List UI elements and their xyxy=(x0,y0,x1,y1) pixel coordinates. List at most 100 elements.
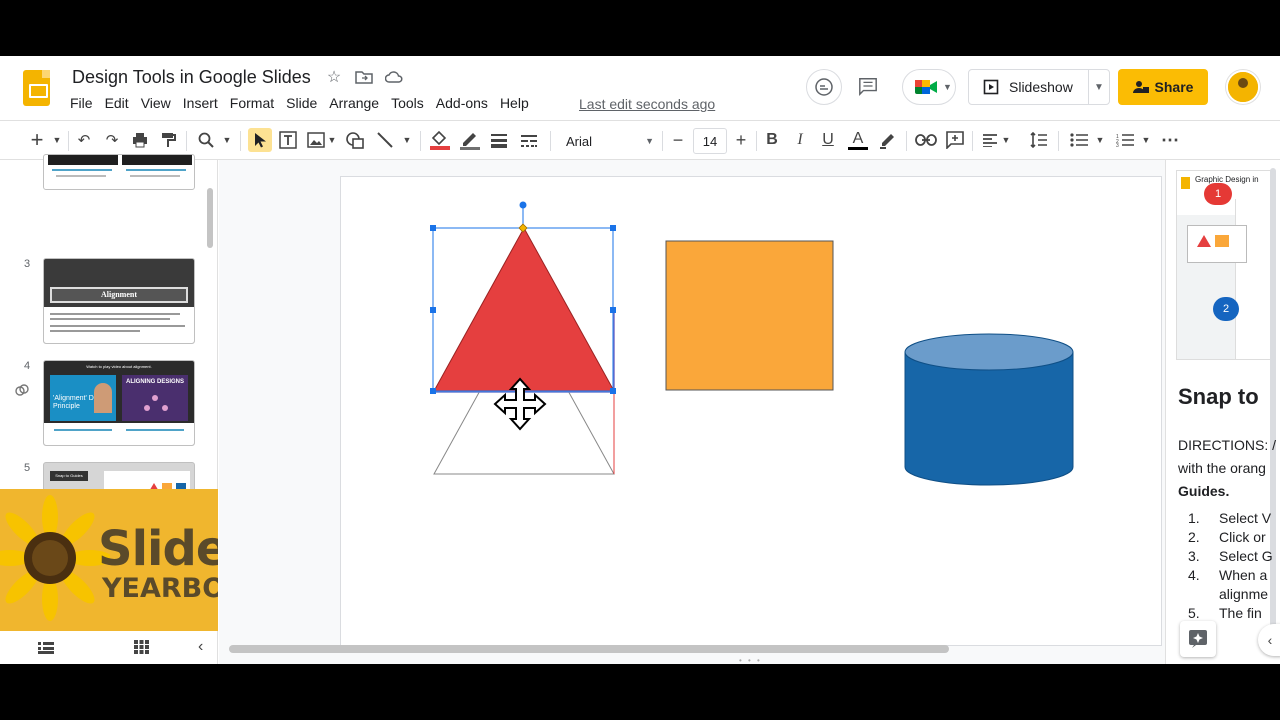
explore-star-icon xyxy=(1189,630,1207,648)
blue-cylinder-shape[interactable] xyxy=(904,333,1074,486)
collapse-filmstrip-icon[interactable]: ‹ xyxy=(198,638,203,656)
line-icon[interactable] xyxy=(374,128,396,152)
undo-icon[interactable]: ↶ xyxy=(74,128,94,152)
align-dropdown[interactable]: ▼ xyxy=(1000,128,1012,152)
menu-addons[interactable]: Add-ons xyxy=(436,95,496,111)
step-item: 1. Select V xyxy=(1188,510,1272,526)
sunflower-icon xyxy=(0,495,110,621)
zoom-dropdown[interactable]: ▼ xyxy=(220,128,234,152)
explore-button[interactable] xyxy=(1180,621,1216,657)
zoom-icon[interactable] xyxy=(196,128,216,152)
slides-yearbook-logo: Slides YEARBOOK xyxy=(0,489,218,631)
grid-view-icon[interactable] xyxy=(134,640,149,659)
step-item: 2. Click or xyxy=(1188,529,1266,545)
orange-square-shape[interactable] xyxy=(665,240,834,391)
app-window: Design Tools in Google Slides ☆ File Edi… xyxy=(0,56,1280,664)
slide-filmstrip: 3 Alignment 4 Watch to play video about … xyxy=(0,154,218,664)
paint-format-icon[interactable] xyxy=(158,128,178,152)
step-item: 4. When a xyxy=(1188,567,1268,583)
slides-logo-icon[interactable] xyxy=(23,70,50,106)
font-size-input[interactable]: 14 xyxy=(693,128,727,154)
list-view-icon[interactable] xyxy=(38,641,54,659)
share-button[interactable]: Share xyxy=(1118,69,1208,105)
slideshow-options-dropdown[interactable]: ▼ xyxy=(1089,82,1109,93)
add-comment-icon[interactable] xyxy=(944,128,966,152)
new-slide-button[interactable]: + xyxy=(26,127,48,152)
menu-view[interactable]: View xyxy=(141,95,179,111)
border-dash-icon[interactable] xyxy=(518,128,540,152)
menu-arrange[interactable]: Arrange xyxy=(329,95,387,111)
border-weight-icon[interactable] xyxy=(488,128,510,152)
directions-text: DIRECTIONS: / xyxy=(1178,437,1277,453)
border-color-icon[interactable] xyxy=(458,128,482,152)
menu-bar: File Edit View Insert Format Slide Arran… xyxy=(70,95,541,111)
image-dropdown[interactable]: ▼ xyxy=(326,128,338,152)
select-tool-icon[interactable] xyxy=(248,128,272,152)
red-triangle-shape[interactable] xyxy=(433,226,615,392)
print-icon[interactable] xyxy=(130,128,150,152)
account-avatar[interactable] xyxy=(1226,70,1260,104)
italic-icon[interactable]: I xyxy=(790,128,810,152)
line-dropdown[interactable]: ▼ xyxy=(400,128,414,152)
step-badge-2: 2 xyxy=(1213,297,1239,321)
underline-icon[interactable]: U xyxy=(818,128,838,152)
link-icon[interactable] xyxy=(14,382,30,403)
new-slide-layout-dropdown[interactable]: ▼ xyxy=(50,128,64,152)
thumb-title: Snap to Guides xyxy=(50,471,88,481)
insert-link-icon[interactable] xyxy=(914,128,938,152)
shape-icon[interactable] xyxy=(344,128,366,152)
line-spacing-icon[interactable] xyxy=(1028,128,1050,152)
activity-dashboard-button[interactable] xyxy=(806,69,842,105)
bulleted-list-dropdown[interactable]: ▼ xyxy=(1094,128,1106,152)
meet-button[interactable]: ▼ xyxy=(902,69,956,105)
text-box-icon[interactable] xyxy=(278,128,298,152)
canvas-horizontal-scrollbar[interactable] xyxy=(229,645,949,653)
title-bar: Design Tools in Google Slides ☆ File Edi… xyxy=(0,56,1280,120)
step-badge-1: 1 xyxy=(1204,183,1232,205)
slide-thumbnail-2[interactable] xyxy=(43,154,195,190)
meet-icon xyxy=(915,80,937,94)
resize-grip-icon[interactable]: • • • xyxy=(739,656,762,664)
font-family-select[interactable]: Arial ▼ xyxy=(562,128,658,154)
decrease-font-size-button[interactable]: − xyxy=(668,128,688,152)
last-edit-link[interactable]: Last edit seconds ago xyxy=(579,96,715,112)
slide-thumbnail-3[interactable]: Alignment xyxy=(43,258,195,344)
menu-slide[interactable]: Slide xyxy=(286,95,325,111)
bulleted-list-icon[interactable] xyxy=(1068,128,1090,152)
cloud-saved-icon[interactable] xyxy=(384,67,404,87)
align-left-icon[interactable] xyxy=(980,128,1000,152)
slide-thumbnail-4[interactable]: Watch to play video about alignment. 'Al… xyxy=(43,360,195,446)
document-title[interactable]: Design Tools in Google Slides xyxy=(72,67,311,88)
star-icon[interactable]: ☆ xyxy=(324,67,344,87)
comments-icon[interactable] xyxy=(858,76,878,96)
menu-edit[interactable]: Edit xyxy=(105,95,137,111)
branding-line1: Slides xyxy=(98,521,218,577)
step-item: 3. Select G xyxy=(1188,548,1273,564)
increase-font-size-button[interactable]: + xyxy=(731,128,751,152)
highlight-icon[interactable] xyxy=(876,128,898,152)
chevron-down-icon: ▼ xyxy=(645,136,654,146)
filmstrip-scrollbar[interactable] xyxy=(207,188,213,248)
text-color-icon[interactable]: A xyxy=(846,128,870,152)
present-icon xyxy=(983,79,999,95)
menu-help[interactable]: Help xyxy=(500,95,537,111)
image-icon[interactable] xyxy=(306,128,326,152)
directions-guides: Guides. xyxy=(1178,483,1230,499)
slideshow-button[interactable]: Slideshow xyxy=(969,70,1089,104)
fill-color-icon[interactable] xyxy=(428,128,452,152)
menu-insert[interactable]: Insert xyxy=(183,95,226,111)
redo-icon[interactable]: ↷ xyxy=(102,128,122,152)
numbered-list-dropdown[interactable]: ▼ xyxy=(1140,128,1152,152)
move-folder-icon[interactable] xyxy=(354,67,374,87)
menu-file[interactable]: File xyxy=(70,95,101,111)
rotate-handle[interactable] xyxy=(519,201,527,209)
bold-icon[interactable]: B xyxy=(762,128,782,152)
instruction-screenshot: Graphic Design in 1 2 xyxy=(1176,170,1271,360)
thumb-title: Watch to play video about alignment. xyxy=(86,364,152,369)
numbered-list-icon[interactable]: 123 xyxy=(1114,128,1136,152)
branding-line2: YEARBOOK xyxy=(102,573,218,604)
more-options-icon[interactable]: ⋯ xyxy=(1160,128,1180,152)
menu-tools[interactable]: Tools xyxy=(391,95,432,111)
slide-editor[interactable] xyxy=(340,176,1162,646)
menu-format[interactable]: Format xyxy=(230,95,282,111)
